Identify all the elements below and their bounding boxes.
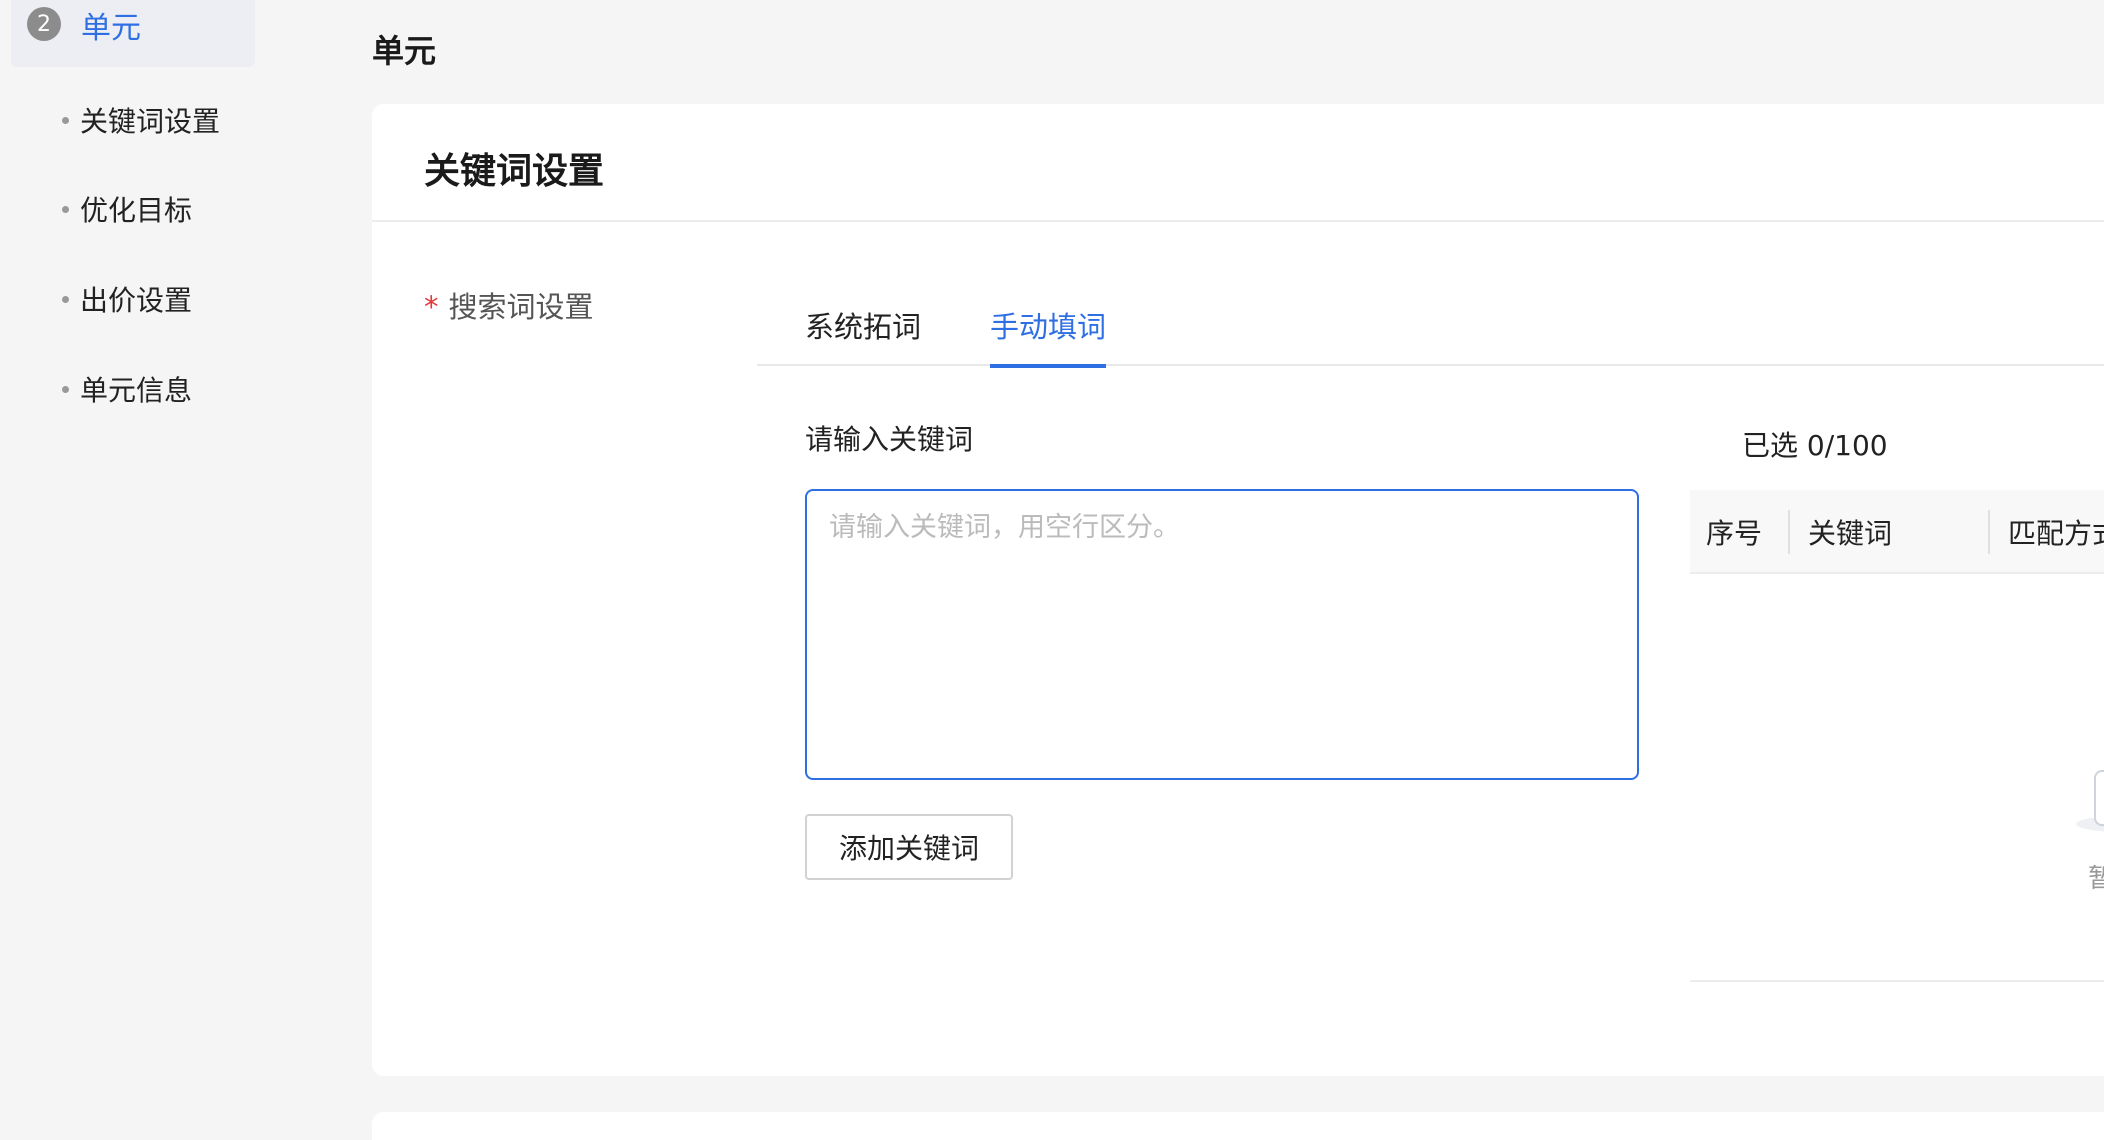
sidebar-item-label: 关键词设置 xyxy=(80,105,221,138)
bullet-dot-icon xyxy=(62,295,69,303)
sidebar-step-unit[interactable]: 2 单元 xyxy=(11,0,255,67)
search-term-field-label: * 搜索词设置 xyxy=(424,284,594,326)
column-divider xyxy=(1788,510,1790,554)
sidebar-item-bid-settings[interactable]: 出价设置 xyxy=(62,279,192,319)
empty-state-text: 暂无数据 xyxy=(2088,864,2104,894)
keyword-mode-tabs: 系统拓词 手动填词 xyxy=(757,282,2104,368)
keyword-textarea[interactable] xyxy=(805,489,1639,780)
required-mark: * xyxy=(424,290,439,324)
field-label-text: 搜索词设置 xyxy=(448,290,594,324)
keyword-input-label: 请输入关键词 xyxy=(805,423,974,456)
tab-manual-input[interactable]: 手动填词 xyxy=(990,304,1107,368)
selected-keywords-table: 序号 关键词 匹配方式 暂无数据 xyxy=(1690,490,2104,982)
column-divider xyxy=(1988,510,1990,554)
step-label: 单元 xyxy=(81,11,141,46)
column-header-index: 序号 xyxy=(1706,517,1763,550)
next-section-card xyxy=(372,1112,2104,1140)
sidebar-item-keyword-settings[interactable]: 关键词设置 xyxy=(62,100,220,140)
empty-box-icon xyxy=(2094,770,2104,826)
sidebar-item-unit-info[interactable]: 单元信息 xyxy=(62,369,192,409)
selected-count: 已选 0/100 xyxy=(1742,429,1888,462)
card-header: 关键词设置 xyxy=(372,104,2104,222)
keyword-settings-card: 关键词设置 * 搜索词设置 系统拓词 手动填词 请输入关键词 添加关键词 已选 0… xyxy=(372,104,2104,1076)
column-header-keyword: 关键词 xyxy=(1808,517,1893,550)
table-header: 序号 关键词 匹配方式 xyxy=(1690,490,2104,574)
card-title: 关键词设置 xyxy=(424,151,605,192)
bullet-dot-icon xyxy=(62,205,69,213)
section-title: 单元 xyxy=(372,32,437,70)
sidebar-item-label: 优化目标 xyxy=(80,194,193,227)
add-keyword-button[interactable]: 添加关键词 xyxy=(805,814,1013,880)
step-number-badge: 2 xyxy=(27,7,61,41)
sidebar-item-label: 出价设置 xyxy=(80,284,193,317)
sidebar-item-optimization-goal[interactable]: 优化目标 xyxy=(62,189,192,229)
sidebar-item-label: 单元信息 xyxy=(80,374,193,407)
bullet-dot-icon xyxy=(62,385,69,393)
column-header-match-type: 匹配方式 xyxy=(2008,517,2104,550)
sidebar: 2 单元 关键词设置 优化目标 出价设置 单元信息 xyxy=(0,0,330,1140)
tab-system-expand[interactable]: 系统拓词 xyxy=(805,304,921,366)
bullet-dot-icon xyxy=(62,116,69,124)
page: 2 单元 关键词设置 优化目标 出价设置 单元信息 单元 关键词设置 * 搜索词设… xyxy=(0,0,2104,1140)
